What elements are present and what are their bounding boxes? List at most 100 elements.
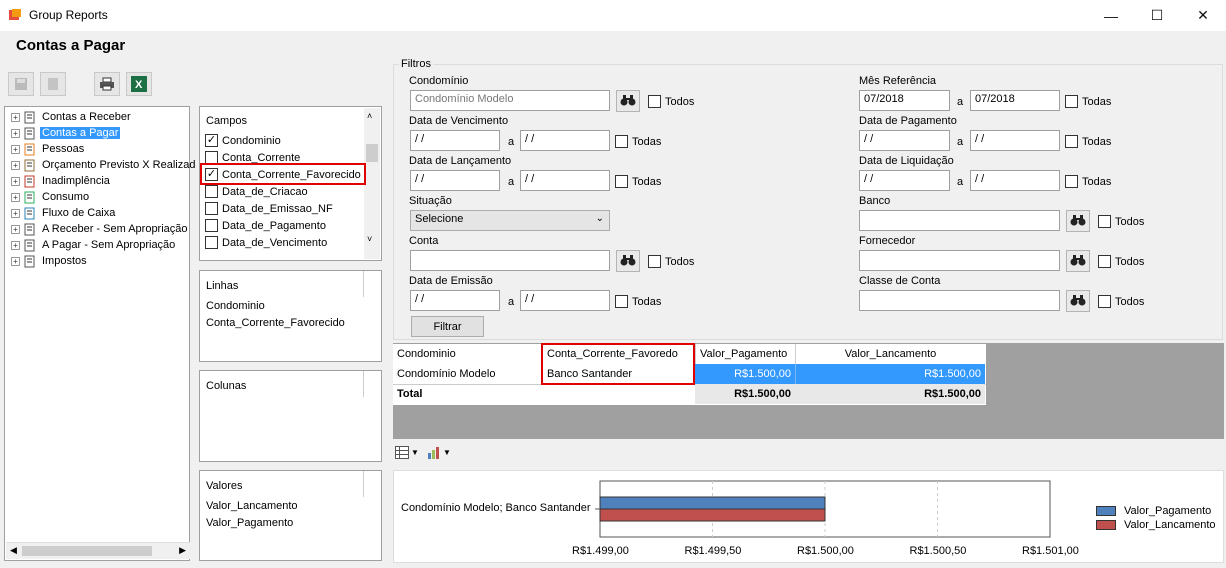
data-emissao-from[interactable]: / / (410, 290, 500, 311)
binoculars-icon (1070, 254, 1086, 269)
export-excel-button[interactable]: X (126, 72, 152, 96)
banco-search-button[interactable] (1066, 210, 1090, 232)
data-liquidacao-todas-checkbox[interactable]: Todas (1065, 175, 1111, 188)
condominio-search-button[interactable] (616, 90, 640, 112)
grid-cell-valor-pagamento[interactable]: R$1.500,00 (695, 364, 795, 384)
banco-todos-checkbox[interactable]: Todos (1098, 215, 1144, 228)
tree-item[interactable]: + Contas a Receber (11, 109, 133, 125)
tree-item[interactable]: + Impostos (11, 253, 89, 269)
linhas-item[interactable]: Conta_Corrente_Favorecido (206, 317, 345, 329)
expand-icon[interactable]: + (11, 208, 20, 218)
data-lancamento-todas-checkbox[interactable]: Todas (615, 175, 661, 188)
tree-item[interactable]: + Inadimplência (11, 173, 112, 189)
bar-valor-lancamento[interactable] (599, 508, 826, 522)
expand-icon[interactable]: + (11, 224, 20, 234)
data-pagamento-todas-checkbox[interactable]: Todas (1065, 135, 1111, 148)
checkbox-icon[interactable] (205, 185, 218, 198)
checkbox-icon[interactable] (205, 236, 218, 249)
campo-checkbox[interactable]: Data_de_Vencimento (205, 234, 327, 251)
grid-header-condominio[interactable]: Condominio (393, 344, 543, 364)
scroll-up-arrow-icon[interactable]: ˄ (367, 111, 372, 121)
campos-vertical-scrollbar[interactable]: ˄ ˅ (364, 108, 380, 259)
tree-item[interactable]: + Contas a Pagar (11, 125, 121, 141)
grid-cell-valor-lancamento[interactable]: R$1.500,00 (795, 364, 985, 384)
expand-icon[interactable]: + (11, 176, 20, 186)
close-button[interactable]: ✕ (1180, 0, 1226, 31)
expand-icon[interactable]: + (11, 160, 20, 170)
scroll-left-arrow-icon[interactable]: ◀ (10, 545, 17, 556)
linhas-panel[interactable]: Linhas Condominio Conta_Corrente_Favorec… (199, 270, 382, 362)
expand-icon[interactable]: + (11, 128, 20, 138)
tree-horizontal-scrollbar[interactable]: ◀ ▶ (6, 542, 190, 559)
situacao-select[interactable]: Selecione ⌄ (410, 210, 610, 231)
tree-item[interactable]: + Orçamento Previsto X Realizad (11, 157, 197, 173)
maximize-button[interactable]: ☐ (1134, 0, 1180, 31)
expand-icon[interactable]: + (11, 256, 20, 266)
bar-valor-pagamento[interactable] (599, 496, 826, 510)
todos-label: Todos (1115, 255, 1145, 268)
print-button[interactable] (94, 72, 120, 96)
data-lancamento-from[interactable]: / / (410, 170, 500, 191)
tree-item[interactable]: + A Receber - Sem Apropriação (11, 221, 190, 237)
data-lancamento-to[interactable]: / / (520, 170, 610, 191)
load-layout-button[interactable] (40, 72, 66, 96)
campo-checkbox[interactable]: Data_de_Emissao_NF (205, 200, 333, 217)
expand-icon[interactable]: + (11, 240, 20, 250)
valores-item[interactable]: Valor_Pagamento (206, 517, 293, 529)
fornecedor-todos-checkbox[interactable]: Todos (1098, 255, 1144, 268)
data-emissao-todas-checkbox[interactable]: Todas (615, 295, 661, 308)
conta-input[interactable] (410, 250, 610, 271)
chart-options-button[interactable]: ▼ (427, 446, 451, 459)
data-liquidacao-from[interactable]: / / (859, 170, 950, 191)
filtrar-button[interactable]: Filtrar (411, 316, 484, 337)
fornecedor-input[interactable] (859, 250, 1060, 271)
checkbox-icon[interactable] (205, 202, 218, 215)
data-vencimento-from[interactable]: / / (410, 130, 500, 151)
report-tree[interactable]: ◀ ▶ + Contas a Receber + Contas a Pagar + Pes… (4, 106, 195, 561)
data-vencimento-todas-checkbox[interactable]: Todas (615, 135, 661, 148)
colunas-panel[interactable]: Colunas (199, 370, 382, 462)
scroll-right-arrow-icon[interactable]: ▶ (179, 545, 186, 556)
campo-checkbox[interactable]: ✓ Condominio (205, 132, 281, 149)
valores-item[interactable]: Valor_Lancamento (206, 500, 298, 512)
fornecedor-search-button[interactable] (1066, 250, 1090, 272)
expand-icon[interactable]: + (11, 112, 20, 122)
grid-options-button[interactable]: ▼ (395, 446, 419, 459)
mes-referencia-to[interactable]: 07/2018 (970, 90, 1060, 111)
tree-item[interactable]: + Fluxo de Caixa (11, 205, 117, 221)
grid-header-valor-pagamento[interactable]: Valor_Pagamento (695, 344, 795, 364)
classe-conta-todos-checkbox[interactable]: Todos (1098, 295, 1144, 308)
grid-cell-condominio[interactable]: Condomínio Modelo (393, 364, 543, 384)
classe-conta-search-button[interactable] (1066, 290, 1090, 312)
minimize-button[interactable]: — (1088, 0, 1134, 31)
conta-todos-checkbox[interactable]: Todos (648, 255, 694, 268)
data-pagamento-from[interactable]: / / (859, 130, 950, 151)
data-vencimento-to[interactable]: / / (520, 130, 610, 151)
campo-checkbox[interactable]: Data_de_Criacao (205, 183, 308, 200)
expand-icon[interactable]: + (11, 144, 20, 154)
scroll-thumb[interactable] (366, 144, 378, 162)
classe-conta-input[interactable] (859, 290, 1060, 311)
mes-referencia-todas-checkbox[interactable]: Todas (1065, 95, 1111, 108)
checkbox-icon[interactable] (205, 219, 218, 232)
data-pagamento-to[interactable]: / / (970, 130, 1060, 151)
expand-icon[interactable]: + (11, 192, 20, 202)
banco-input[interactable] (859, 210, 1060, 231)
linhas-item[interactable]: Condominio (206, 300, 265, 312)
campo-checkbox[interactable]: Data_de_Pagamento (205, 217, 326, 234)
valores-panel[interactable]: Valores Valor_Lancamento Valor_Pagamento (199, 470, 382, 561)
conta-search-button[interactable] (616, 250, 640, 272)
mes-referencia-from[interactable]: 07/2018 (859, 90, 950, 111)
tree-item[interactable]: + Pessoas (11, 141, 86, 157)
condominio-input[interactable]: Condomínio Modelo (410, 90, 610, 111)
scroll-down-arrow-icon[interactable]: ˅ (367, 234, 372, 244)
grid-header-valor-lancamento[interactable]: Valor_Lancamento (795, 344, 985, 364)
save-layout-button[interactable] (8, 72, 34, 96)
scroll-thumb[interactable] (22, 546, 152, 556)
data-emissao-to[interactable]: / / (520, 290, 610, 311)
data-liquidacao-to[interactable]: / / (970, 170, 1060, 191)
tree-item[interactable]: + A Pagar - Sem Apropriação (11, 237, 177, 253)
tree-item[interactable]: + Consumo (11, 189, 91, 205)
condominio-todos-checkbox[interactable]: Todos (648, 95, 694, 108)
checkbox-checked-icon[interactable]: ✓ (205, 134, 218, 147)
